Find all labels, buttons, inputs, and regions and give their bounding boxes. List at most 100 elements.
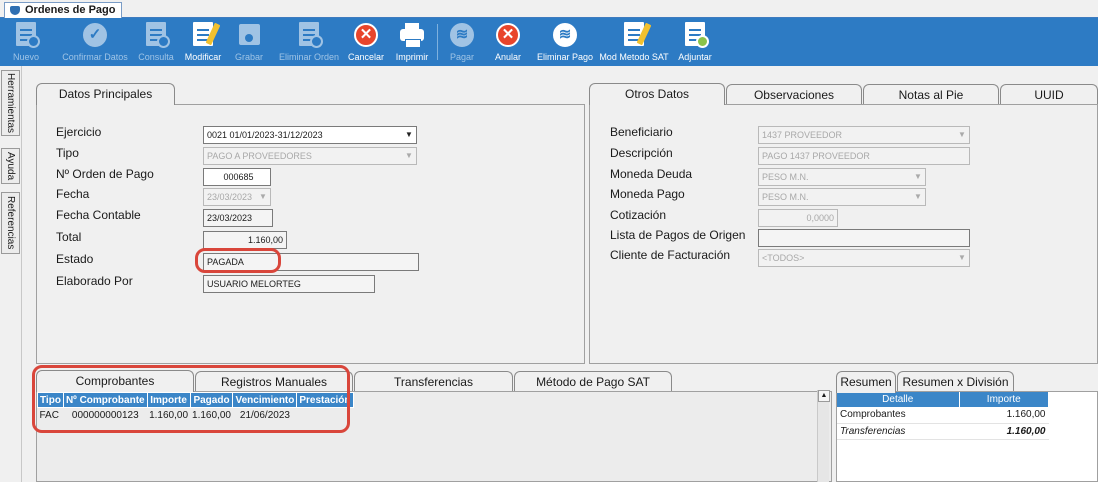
column-header-detalle[interactable]: Detalle: [837, 392, 960, 407]
title-bar: Ordenes de Pago: [0, 0, 1098, 18]
chevron-down-icon: ▼: [914, 192, 922, 201]
cotizacion-field[interactable]: 0,0000: [758, 209, 838, 227]
tab-resumen[interactable]: Resumen: [836, 371, 896, 393]
table-header-row: Tipo Nº Comprobante Importe Pagado Venci…: [37, 392, 354, 408]
cell-importe: 1.160,00: [959, 407, 1049, 424]
moneda-deuda-label: Moneda Deuda: [610, 167, 693, 181]
column-header-pagado[interactable]: Pagado: [189, 392, 234, 408]
confirm-data-button[interactable]: ✓ Confirmar Datos: [58, 18, 132, 66]
moneda-pago-select[interactable]: PESO M.N. ▼: [758, 188, 926, 206]
query-button[interactable]: Consulta: [136, 18, 176, 66]
table-row[interactable]: Comprobantes 1.160,00: [837, 407, 1049, 424]
resumen-table: Detalle Importe Comprobantes 1.160,00 Tr…: [837, 392, 1049, 440]
toolbar: Nuevo ✓ Confirmar Datos Consulta Modific…: [0, 18, 1098, 66]
column-header-comprobante[interactable]: Nº Comprobante: [62, 392, 148, 408]
edit-sat-method-button[interactable]: Mod Metodo SAT: [599, 18, 669, 66]
toolbar-separator: [437, 24, 438, 60]
total-label: Total: [56, 230, 82, 244]
ejercicio-select[interactable]: 0021 01/01/2023-31/12/2023 ▼: [203, 126, 417, 144]
delete-payment-button[interactable]: ≋ Eliminar Pago: [535, 18, 595, 66]
chevron-down-icon: ▼: [958, 253, 966, 262]
beneficiario-label: Beneficiario: [610, 125, 673, 139]
table-row[interactable]: Transferencias 1.160,00: [837, 423, 1049, 440]
query-button-label: Consulta: [138, 52, 174, 62]
tab-uuid[interactable]: UUID: [1000, 84, 1098, 105]
column-header-prestacion[interactable]: Prestación: [296, 392, 354, 408]
tab-comprobantes[interactable]: Comprobantes: [36, 370, 194, 392]
cell-vencimiento: 21/06/2023: [239, 409, 290, 421]
cliente-select[interactable]: <TODOS> ▼: [758, 249, 970, 267]
fecha-contable-field[interactable]: 23/03/2023: [203, 209, 273, 227]
sidebar-tab-ayuda[interactable]: Ayuda: [1, 148, 20, 184]
tab-datos-principales[interactable]: Datos Principales: [36, 83, 175, 105]
vertical-scrollbar[interactable]: ▲: [817, 390, 830, 482]
document-tab-label: Ordenes de Pago: [25, 4, 116, 16]
lista-pagos-field[interactable]: [758, 229, 970, 247]
pay-coins-icon: ≋: [449, 22, 475, 48]
cancel-icon: ✕: [353, 22, 379, 48]
column-header-vencimiento[interactable]: Vencimiento: [232, 392, 298, 408]
ejercicio-label: Ejercicio: [56, 125, 102, 139]
moneda-pago-label: Moneda Pago: [610, 187, 685, 201]
tab-metodo-pago-sat[interactable]: Método de Pago SAT: [514, 371, 672, 392]
orden-number-field[interactable]: 000685: [203, 168, 271, 186]
sidebar-tab-referencias[interactable]: Referencias: [1, 192, 20, 254]
comprobantes-table: Tipo Nº Comprobante Importe Pagado Venci…: [37, 392, 354, 423]
cliente-value: <TODOS>: [762, 253, 805, 263]
edit-sat-method-label: Mod Metodo SAT: [599, 52, 669, 62]
estado-label: Estado: [56, 252, 94, 266]
new-button[interactable]: Nuevo: [12, 18, 40, 66]
descripcion-field[interactable]: PAGO 1437 PROVEEDOR: [758, 147, 970, 165]
cell-tipo: FAC: [39, 409, 59, 421]
attach-button[interactable]: Adjuntar: [674, 18, 716, 66]
cell-detalle: Transferencias: [837, 423, 959, 440]
column-header-importe[interactable]: Importe: [146, 392, 191, 408]
moneda-deuda-select[interactable]: PESO M.N. ▼: [758, 168, 926, 186]
delete-order-label: Eliminar Orden: [278, 52, 340, 62]
pay-button-label: Pagar: [449, 52, 475, 62]
document-tab[interactable]: Ordenes de Pago: [4, 2, 123, 18]
elaborado-label: Elaborado Por: [56, 274, 133, 288]
tab-registros-manuales[interactable]: Registros Manuales: [195, 371, 353, 392]
tab-notas-al-pie[interactable]: Notas al Pie: [863, 84, 999, 105]
cell-detalle: Comprobantes: [837, 407, 959, 424]
print-button-label: Imprimir: [395, 52, 429, 62]
orden-label: Nº Orden de Pago: [56, 167, 154, 181]
tab-observaciones[interactable]: Observaciones: [726, 84, 862, 105]
column-header-importe[interactable]: Importe: [959, 392, 1049, 407]
cancel-button[interactable]: ✕ Cancelar: [347, 18, 385, 66]
tipo-select[interactable]: PAGO A PROVEEDORES ▼: [203, 147, 417, 165]
chevron-down-icon: ▼: [914, 172, 922, 181]
moneda-pago-value: PESO M.N.: [762, 192, 809, 202]
sidebar-tab-herramientas[interactable]: Herramientas: [1, 70, 20, 136]
total-field: 1.160,00: [203, 231, 287, 249]
resumen-panel: Detalle Importe Comprobantes 1.160,00 Tr…: [836, 391, 1098, 482]
chevron-down-icon: ▼: [958, 130, 966, 139]
chevron-down-icon: ▼: [259, 192, 267, 201]
edit-sat-method-icon: [621, 22, 652, 48]
comprobantes-panel: Tipo Nº Comprobante Importe Pagado Venci…: [36, 391, 832, 482]
tipo-label: Tipo: [56, 146, 79, 160]
modify-button[interactable]: Modificar: [181, 18, 225, 66]
column-header-tipo[interactable]: Tipo: [37, 392, 64, 408]
sidebar: Herramientas Ayuda Referencias: [0, 66, 22, 482]
save-button-label: Grabar: [234, 52, 263, 62]
cliente-label: Cliente de Facturación: [610, 248, 731, 262]
tab-resumen-division[interactable]: Resumen x División: [897, 371, 1014, 392]
pay-button[interactable]: ≋ Pagar: [446, 18, 478, 66]
delete-payment-icon: ≋: [552, 22, 578, 48]
chevron-down-icon: ▼: [405, 151, 413, 160]
delete-order-button[interactable]: Eliminar Orden: [275, 18, 343, 66]
print-button[interactable]: Imprimir: [393, 18, 431, 66]
estado-field: PAGADA: [203, 253, 419, 271]
descripcion-label: Descripción: [610, 146, 673, 160]
beneficiario-select[interactable]: 1437 PROVEEDOR ▼: [758, 126, 970, 144]
fecha-field[interactable]: 23/03/2023 ▼: [203, 188, 271, 206]
void-button[interactable]: ✕ Anular: [492, 18, 524, 66]
scroll-up-icon[interactable]: ▲: [818, 390, 830, 402]
cell-comprobante: 000000000123: [71, 409, 139, 421]
tab-transferencias[interactable]: Transferencias: [354, 371, 513, 392]
table-row[interactable]: FAC 000000000123 1.160,00 1.160,00 21/06…: [38, 408, 354, 423]
save-button[interactable]: Grabar: [232, 18, 266, 66]
tab-otros-datos[interactable]: Otros Datos: [589, 83, 725, 105]
